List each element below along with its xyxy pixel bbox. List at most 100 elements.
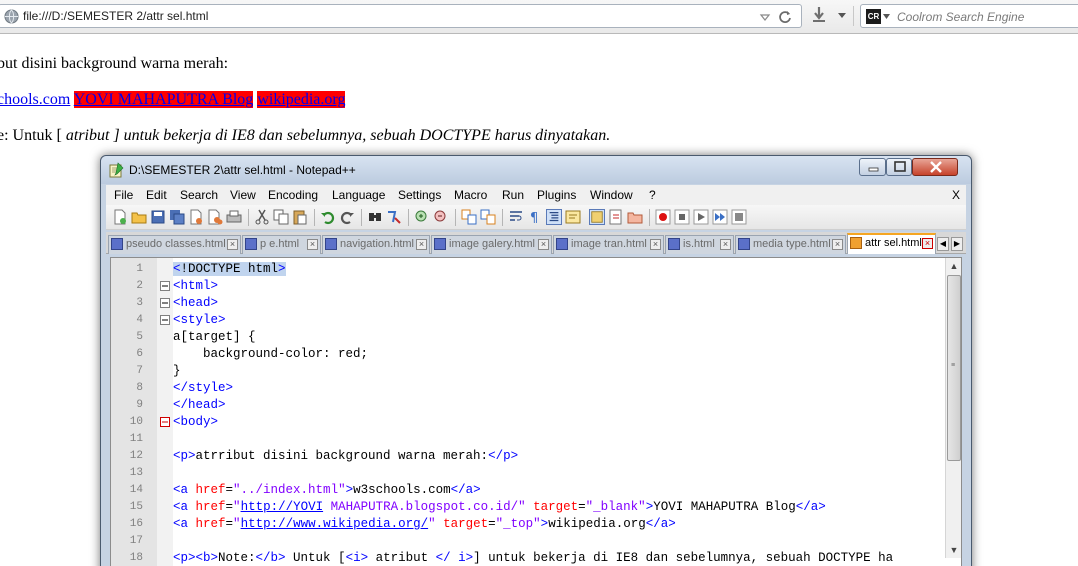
menu-plugins[interactable]: Plugins (537, 188, 576, 202)
scroll-down-icon[interactable]: ▼ (946, 542, 961, 558)
menu-dropdown-icon[interactable] (836, 9, 848, 21)
copy-icon[interactable] (273, 209, 289, 225)
code-line: 11 (111, 431, 947, 448)
tab-pseudo-classes[interactable]: pseudo classes.html × (108, 235, 241, 254)
tab-is[interactable]: is.html × (665, 235, 734, 254)
search-engine-dropdown-icon[interactable] (883, 14, 890, 19)
file-icon (245, 238, 257, 250)
save-icon[interactable] (150, 209, 166, 225)
maximize-button[interactable] (886, 158, 912, 176)
page-paragraph-1: but disini background warna merah: (0, 55, 229, 72)
redo-icon[interactable] (339, 209, 355, 225)
notepad-plus-plus-window: D:\SEMESTER 2\attr sel.html - Notepad++ … (100, 155, 972, 566)
tab-close-icon[interactable]: × (538, 239, 549, 250)
tab-image-tran[interactable]: image tran.html × (553, 235, 664, 254)
code-text: </head> (173, 398, 226, 412)
new-file-icon[interactable] (112, 209, 128, 225)
scroll-up-icon[interactable]: ▲ (946, 258, 961, 274)
sync-horizontal-icon[interactable] (480, 209, 496, 225)
toolbar-separator (455, 209, 456, 226)
stop-recording-icon[interactable] (674, 209, 690, 225)
open-file-icon[interactable] (131, 209, 147, 225)
link-w3schools[interactable]: chools.com (0, 91, 70, 108)
fold-minus-icon[interactable] (160, 315, 170, 325)
tab-label: pseudo classes.html (126, 238, 226, 250)
scroll-thumb[interactable]: ≡ (947, 275, 961, 461)
line-number: 11 (129, 433, 143, 445)
menu-edit[interactable]: Edit (146, 188, 167, 202)
search-input[interactable]: Coolrom Search Engine (897, 10, 1024, 24)
word-wrap-icon[interactable] (508, 209, 524, 225)
download-icon[interactable] (810, 5, 828, 25)
tab-close-icon[interactable]: × (227, 239, 238, 250)
menu-file[interactable]: File (114, 188, 133, 202)
zoom-in-icon[interactable] (414, 209, 430, 225)
toolbar-separator (361, 209, 362, 226)
record-macro-icon[interactable] (655, 209, 671, 225)
window-titlebar[interactable]: D:\SEMESTER 2\attr sel.html - Notepad++ (101, 156, 971, 184)
save-macro-icon[interactable] (731, 209, 747, 225)
link-yovi-blog[interactable]: YOVI MAHAPUTRA Blog (73, 91, 254, 108)
menu-view[interactable]: View (230, 188, 256, 202)
folder-as-workspace-icon[interactable] (627, 209, 643, 225)
code-editor[interactable]: 1 <!DOCTYPE html> 2 <html> 3 <head> 4 <s… (110, 257, 962, 566)
save-all-icon[interactable] (169, 209, 185, 225)
find-icon[interactable] (367, 209, 383, 225)
tab-close-icon[interactable]: × (307, 239, 318, 250)
address-text[interactable]: file:///D:/SEMESTER 2/attr sel.html (23, 9, 208, 23)
fold-minus-icon[interactable] (160, 298, 170, 308)
vertical-scrollbar[interactable]: ▲ ≡ ▼ (945, 258, 961, 558)
menu-settings[interactable]: Settings (398, 188, 441, 202)
search-engine-icon[interactable]: CR (866, 9, 881, 24)
close-document-button[interactable]: X (952, 188, 960, 202)
tab-close-icon[interactable]: × (832, 239, 843, 250)
document-map-icon[interactable] (589, 209, 605, 225)
close-all-icon[interactable] (207, 209, 223, 225)
fold-minus-icon[interactable] (160, 281, 170, 291)
link-wikipedia[interactable]: wikipedia.org (257, 91, 346, 108)
show-all-characters-icon[interactable]: ¶ (527, 209, 543, 225)
editor-toolbar: ¶ (106, 205, 966, 230)
reload-icon[interactable] (777, 9, 793, 25)
zoom-out-icon[interactable] (433, 209, 449, 225)
close-button[interactable] (912, 158, 958, 176)
paste-icon[interactable] (292, 209, 308, 225)
file-icon (325, 238, 337, 250)
sync-vertical-icon[interactable] (461, 209, 477, 225)
menu-help[interactable]: ? (649, 188, 656, 202)
minimize-button[interactable] (859, 158, 886, 176)
tab-navigation[interactable]: navigation.html × (322, 235, 430, 254)
menu-encoding[interactable]: Encoding (268, 188, 318, 202)
tab-close-icon[interactable]: × (720, 239, 731, 250)
cut-icon[interactable] (254, 209, 270, 225)
playback-macro-icon[interactable] (693, 209, 709, 225)
search-box[interactable]: CR Coolrom Search Engine (860, 4, 1078, 28)
replace-icon[interactable] (386, 209, 402, 225)
run-macro-multiple-icon[interactable] (712, 209, 728, 225)
tab-scroll-left-icon[interactable]: ◀ (937, 237, 949, 251)
code-text: <style> (173, 313, 226, 327)
tab-close-icon[interactable]: × (922, 238, 933, 249)
tab-close-icon[interactable]: × (416, 239, 427, 250)
undo-icon[interactable] (320, 209, 336, 225)
menu-run[interactable]: Run (502, 188, 524, 202)
print-icon[interactable] (226, 209, 242, 225)
tab-image-galery[interactable]: image galery.html × (431, 235, 552, 254)
tab-media-type[interactable]: media type.html × (735, 235, 846, 254)
fold-minus-icon[interactable] (160, 417, 170, 427)
tab-scroll-right-icon[interactable]: ▶ (951, 237, 963, 251)
indent-guide-icon[interactable] (546, 209, 562, 225)
tab-close-icon[interactable]: × (650, 239, 661, 250)
menu-search[interactable]: Search (180, 188, 218, 202)
address-bar[interactable]: file:///D:/SEMESTER 2/attr sel.html (0, 4, 802, 28)
menu-window[interactable]: Window (590, 188, 633, 202)
function-list-icon[interactable] (608, 209, 624, 225)
menu-macro[interactable]: Macro (454, 188, 487, 202)
user-defined-language-icon[interactable] (565, 209, 581, 225)
history-dropdown-icon[interactable] (759, 11, 771, 23)
code-line: 4 <style> (111, 312, 947, 329)
close-file-icon[interactable] (188, 209, 204, 225)
tab-attr-sel[interactable]: attr sel.html × (847, 233, 936, 254)
tab-p-e[interactable]: p e.html × (242, 235, 321, 254)
menu-language[interactable]: Language (332, 188, 385, 202)
